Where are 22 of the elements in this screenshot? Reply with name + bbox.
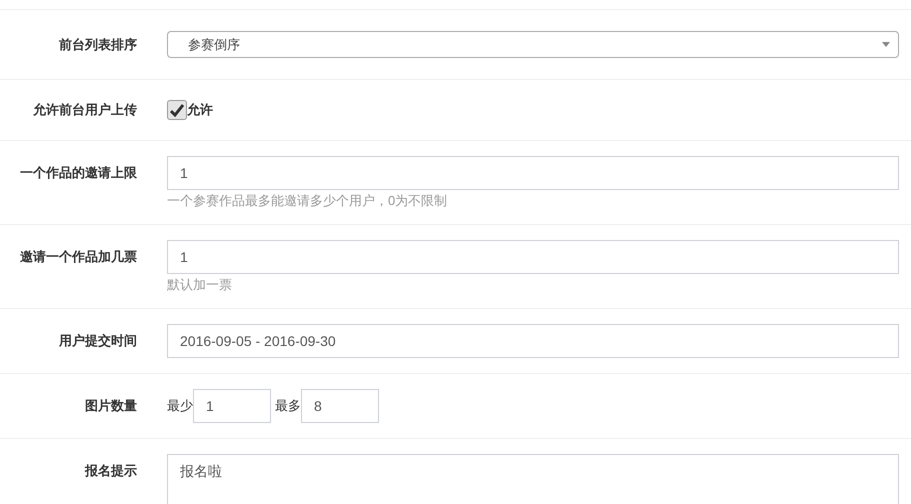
text-area[interactable]: 报名啦 (167, 454, 899, 504)
max-field[interactable]: 8 (301, 389, 379, 423)
field-label: 报名提示 (85, 462, 137, 480)
field-label: 一个作品的邀请上限 (20, 164, 137, 182)
dropdown-caret-icon (882, 42, 890, 47)
checkbox-label: 允许 (187, 101, 213, 120)
field-label: 允许前台用户上传 (33, 101, 137, 119)
text-field[interactable]: 1 (167, 156, 899, 190)
field-label: 邀请一个作品加几票 (20, 248, 137, 266)
text-field[interactable]: 1 (167, 240, 899, 274)
checkmark-icon (170, 104, 184, 116)
help-text: 默认加一票 (167, 276, 233, 293)
min-field[interactable]: 1 (193, 389, 271, 423)
field-label: 图片数量 (85, 397, 137, 415)
sort-select[interactable]: 参赛倒序 (167, 31, 899, 58)
field-label: 用户提交时间 (59, 332, 137, 350)
help-text: 一个参赛作品最多能邀请多少个用户，0为不限制 (167, 192, 448, 209)
field-label: 前台列表排序 (59, 36, 137, 54)
min-label: 最少 (167, 397, 193, 416)
checkbox[interactable] (167, 100, 187, 120)
text-field[interactable]: 2016-09-05 - 2016-09-30 (167, 324, 899, 358)
max-label: 最多 (275, 397, 301, 416)
